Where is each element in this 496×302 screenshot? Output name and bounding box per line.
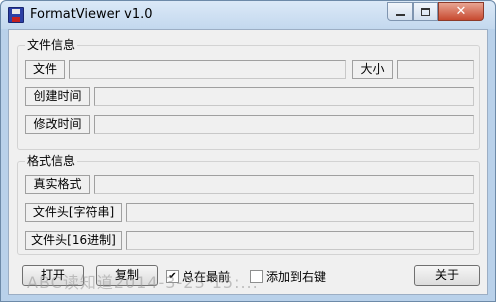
minimize-icon [395, 13, 405, 16]
window-title: FormatViewer v1.0 [30, 7, 153, 22]
file-info-group-title: 文件信息 [25, 38, 78, 52]
add-to-context-menu-label: 添加到右键 [266, 269, 327, 284]
file-label: 文件 [25, 60, 65, 79]
title-bar[interactable]: FormatViewer v1.0 ✕ [1, 1, 495, 29]
about-button[interactable]: 关于 [414, 265, 480, 286]
size-label: 大小 [352, 60, 393, 79]
always-on-top-checkbox[interactable]: ✔ 总在最前 [166, 268, 230, 284]
always-on-top-check-icon: ✔ [166, 269, 179, 283]
file-path-field[interactable] [69, 60, 346, 79]
header-string-field[interactable] [126, 203, 474, 222]
always-on-top-label: 总在最前 [182, 269, 231, 284]
header-hex-label: 文件头[16进制] [25, 231, 122, 250]
copy-button[interactable]: 复制 [96, 265, 158, 286]
maximize-icon [421, 7, 430, 16]
app-window: FormatViewer v1.0 ✕ 文件信息 文件 大小 创建时间 修改时间… [0, 0, 496, 302]
maximize-button[interactable] [413, 2, 438, 21]
floppy-disk-icon [8, 7, 24, 23]
modified-time-label: 修改时间 [25, 115, 90, 134]
add-to-context-menu-checkbox[interactable]: 添加到右键 [250, 268, 326, 284]
close-icon: ✕ [455, 4, 467, 19]
real-format-field[interactable] [94, 175, 474, 194]
header-hex-field[interactable] [126, 231, 474, 250]
client-area: 文件信息 文件 大小 创建时间 修改时间 格式信息 真实格式 文件头[字符串] … [8, 29, 488, 295]
header-string-label: 文件头[字符串] [25, 203, 122, 222]
add-to-context-menu-check-icon [250, 269, 263, 283]
real-format-label: 真实格式 [25, 175, 90, 194]
created-time-field[interactable] [94, 87, 474, 106]
minimize-button[interactable] [387, 2, 413, 21]
file-size-field[interactable] [397, 60, 474, 79]
modified-time-field[interactable] [94, 115, 474, 134]
created-time-label: 创建时间 [25, 87, 90, 106]
format-info-group-title: 格式信息 [25, 154, 78, 168]
open-button[interactable]: 打开 [22, 265, 84, 286]
close-button[interactable]: ✕ [438, 2, 484, 21]
